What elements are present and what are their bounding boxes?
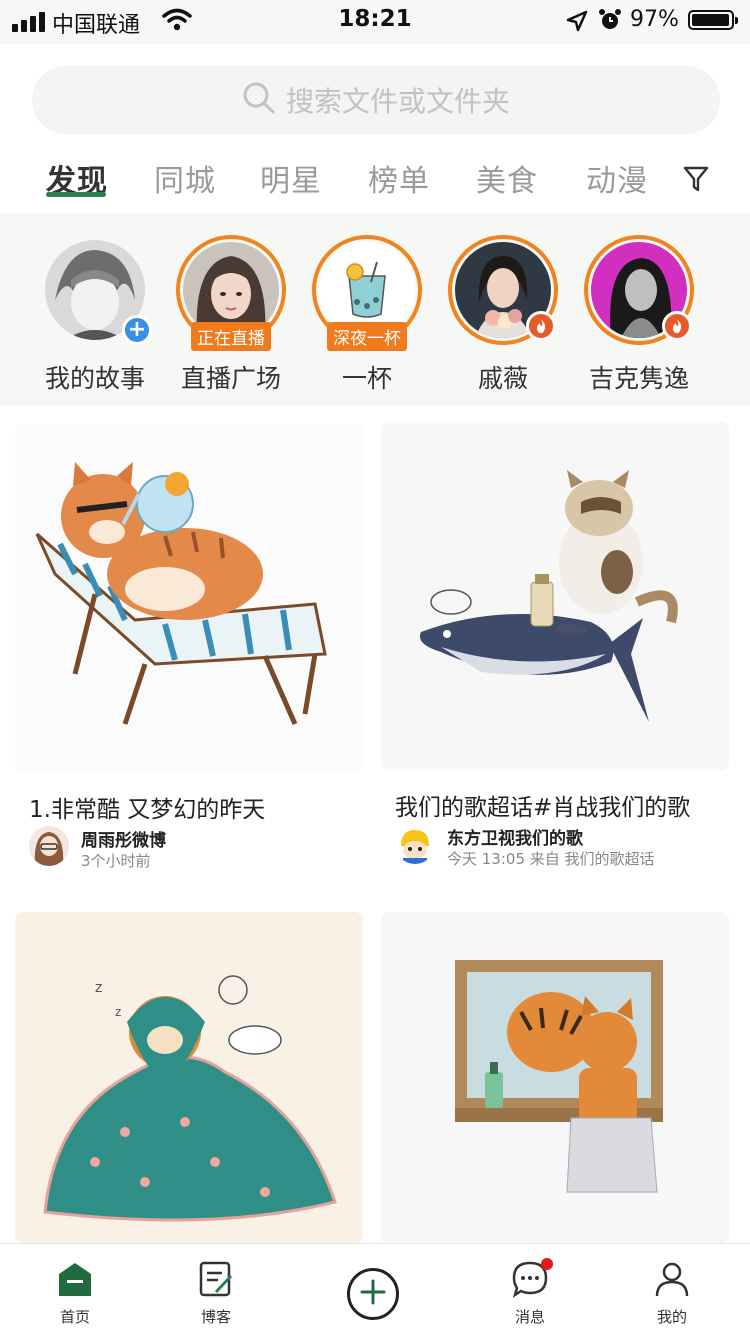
- author-avatar[interactable]: [29, 826, 69, 866]
- story-my-story[interactable]: + 我的故事: [30, 235, 160, 395]
- active-tab-indicator: [46, 192, 106, 197]
- author-name[interactable]: 周雨彤微博: [81, 826, 166, 851]
- story-live-square[interactable]: 正在直播 直播广场: [166, 235, 296, 395]
- post-time: 今天 13:05 来自 我们的歌超话: [447, 850, 655, 868]
- feed-card[interactable]: 我们的歌超话#肖战我们的歌 东方卫视我们的歌 今天 13:05 来自 我们的歌超…: [381, 422, 729, 868]
- nav-blog[interactable]: 博客: [166, 1260, 266, 1327]
- story-jike-junyi[interactable]: 吉克隽逸: [574, 235, 704, 395]
- story-qi-wei[interactable]: 戚薇: [438, 235, 568, 395]
- status-bar: 中国联通 18:21 97%: [0, 0, 750, 44]
- stories-row: + 我的故事 正在直播 直播广场 深夜一杯 一杯 戚薇 吉克隽逸: [0, 213, 750, 405]
- nav-messages-label: 消息: [514, 1308, 545, 1326]
- category-tabs: 发现 同城 明星 榜单 美食 动漫: [0, 150, 750, 210]
- post-image[interactable]: z z: [15, 912, 363, 1243]
- post-image[interactable]: [381, 422, 729, 770]
- nav-profile-label: 我的: [656, 1308, 687, 1326]
- post-author[interactable]: 东方卫视我们的歌 今天 13:05 来自 我们的歌超话: [395, 824, 729, 868]
- fire-icon: [662, 311, 692, 341]
- post-image[interactable]: [15, 424, 363, 772]
- add-icon: [359, 1278, 387, 1310]
- tab-food[interactable]: 美食: [476, 156, 538, 200]
- story-ring: 正在直播: [176, 235, 286, 351]
- tab-stars[interactable]: 明星: [260, 156, 322, 200]
- bottom-nav: 首页 博客 消息 我的: [0, 1243, 750, 1342]
- post-image[interactable]: [381, 912, 729, 1243]
- battery-icon: [688, 10, 738, 30]
- story-ring: [584, 235, 694, 345]
- story-label: 吉克隽逸: [588, 364, 689, 393]
- location-icon: [566, 10, 588, 36]
- feed-card[interactable]: z z: [15, 912, 363, 1243]
- search-input[interactable]: 搜索文件或文件夹: [32, 66, 720, 134]
- home-icon: [57, 1263, 93, 1302]
- nav-messages[interactable]: 消息: [480, 1258, 580, 1327]
- post-title[interactable]: 1.非常酷 又梦幻的昨天: [29, 790, 363, 824]
- story-ring: +: [40, 235, 152, 345]
- post-author[interactable]: 周雨彤微博 3个小时前: [29, 826, 363, 870]
- feed-card[interactable]: [381, 912, 729, 1243]
- story-label: 一杯: [341, 364, 392, 393]
- tab-local[interactable]: 同城: [154, 156, 216, 200]
- post-time: 3个小时前: [81, 852, 151, 870]
- tab-anime[interactable]: 动漫: [586, 156, 648, 200]
- filter-icon[interactable]: [682, 164, 710, 198]
- notification-dot: [541, 1258, 553, 1270]
- svg-text:z: z: [115, 1005, 121, 1019]
- alarm-icon: [598, 8, 622, 36]
- edit-icon: [198, 1261, 234, 1302]
- nav-profile[interactable]: 我的: [622, 1260, 722, 1327]
- nav-blog-label: 博客: [200, 1308, 231, 1326]
- feed-card[interactable]: 1.非常酷 又梦幻的昨天 周雨彤微博 3个小时前: [15, 424, 363, 870]
- story-late-night-drink[interactable]: 深夜一杯 一杯: [302, 235, 432, 395]
- fire-icon: [526, 311, 556, 341]
- search-placeholder: 搜索文件或文件夹: [285, 85, 510, 118]
- author-avatar[interactable]: [395, 824, 435, 864]
- message-icon: [511, 1258, 553, 1302]
- add-post-button[interactable]: [347, 1268, 399, 1320]
- svg-text:z: z: [95, 980, 102, 996]
- story-label: 戚薇: [477, 364, 528, 393]
- add-story-icon: +: [122, 315, 152, 345]
- story-label: 我的故事: [44, 364, 145, 393]
- story-ring: 深夜一杯: [312, 235, 422, 351]
- nav-home[interactable]: 首页: [25, 1260, 125, 1327]
- search-icon: [242, 81, 276, 119]
- nav-home-label: 首页: [59, 1308, 90, 1326]
- tab-rankings[interactable]: 榜单: [368, 156, 430, 200]
- post-title[interactable]: 我们的歌超话#肖战我们的歌: [395, 788, 729, 822]
- author-name[interactable]: 东方卫视我们的歌: [447, 824, 583, 849]
- live-tag: 正在直播: [191, 322, 271, 351]
- late-night-tag: 深夜一杯: [327, 322, 407, 351]
- story-label: 直播广场: [180, 364, 281, 393]
- battery-percent: 97%: [630, 7, 679, 32]
- profile-icon: [653, 1262, 691, 1302]
- story-ring: [448, 235, 558, 345]
